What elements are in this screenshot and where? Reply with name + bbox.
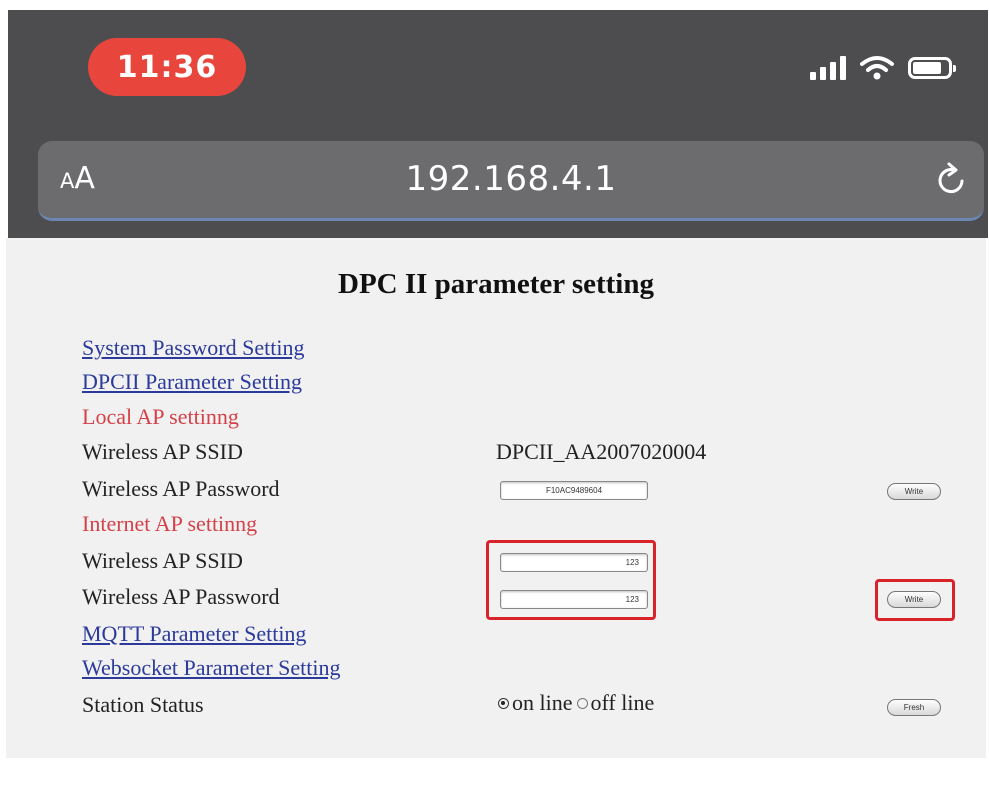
fresh-button[interactable]: Fresh (887, 699, 941, 716)
local-password-input[interactable]: F10AC9489604 (500, 481, 648, 500)
local-ssid-value: DPCII_AA2007020004 (496, 439, 707, 464)
radio-online[interactable] (498, 697, 509, 709)
address-bar[interactable]: AA 192.168.4.1 (38, 141, 984, 221)
battery-icon (908, 57, 956, 79)
radio-online-label: on line (512, 690, 573, 715)
url-text[interactable]: 192.168.4.1 (38, 159, 984, 199)
internet-password-label: Wireless AP Password (82, 584, 280, 609)
link-system-password-setting[interactable]: System Password Setting (82, 335, 304, 361)
reload-icon[interactable] (934, 159, 970, 197)
section-internet-ap: Internet AP settinng (82, 511, 258, 536)
section-local-ap: Local AP settinng (82, 404, 239, 429)
page-title: DPC II parameter setting (338, 268, 654, 300)
local-write-button[interactable]: Write (887, 483, 941, 500)
page-content: DPC II parameter setting System Password… (6, 238, 986, 758)
highlight-box-write (875, 579, 955, 621)
link-dpcii-parameter-setting[interactable]: DPCII Parameter Setting (82, 369, 302, 395)
link-websocket-parameter-setting[interactable]: Websocket Parameter Setting (82, 655, 340, 681)
local-password-label: Wireless AP Password (82, 476, 280, 501)
link-mqtt-parameter-setting[interactable]: MQTT Parameter Setting (82, 621, 306, 647)
radio-offline[interactable] (576, 697, 588, 709)
radio-offline-label: off line (590, 690, 655, 715)
signal-icon (810, 56, 846, 80)
status-icons (810, 55, 956, 81)
internet-ssid-label: Wireless AP SSID (82, 548, 243, 573)
highlight-box-inputs (486, 540, 656, 620)
station-status-radio-group: on line off line (498, 690, 654, 716)
browser-chrome: 11:36 AA 192.168.4.1 (8, 10, 988, 238)
station-status-label: Station Status (82, 692, 204, 717)
wifi-icon (860, 56, 894, 80)
status-time: 11:36 (88, 38, 246, 96)
local-ssid-label: Wireless AP SSID (82, 439, 243, 464)
